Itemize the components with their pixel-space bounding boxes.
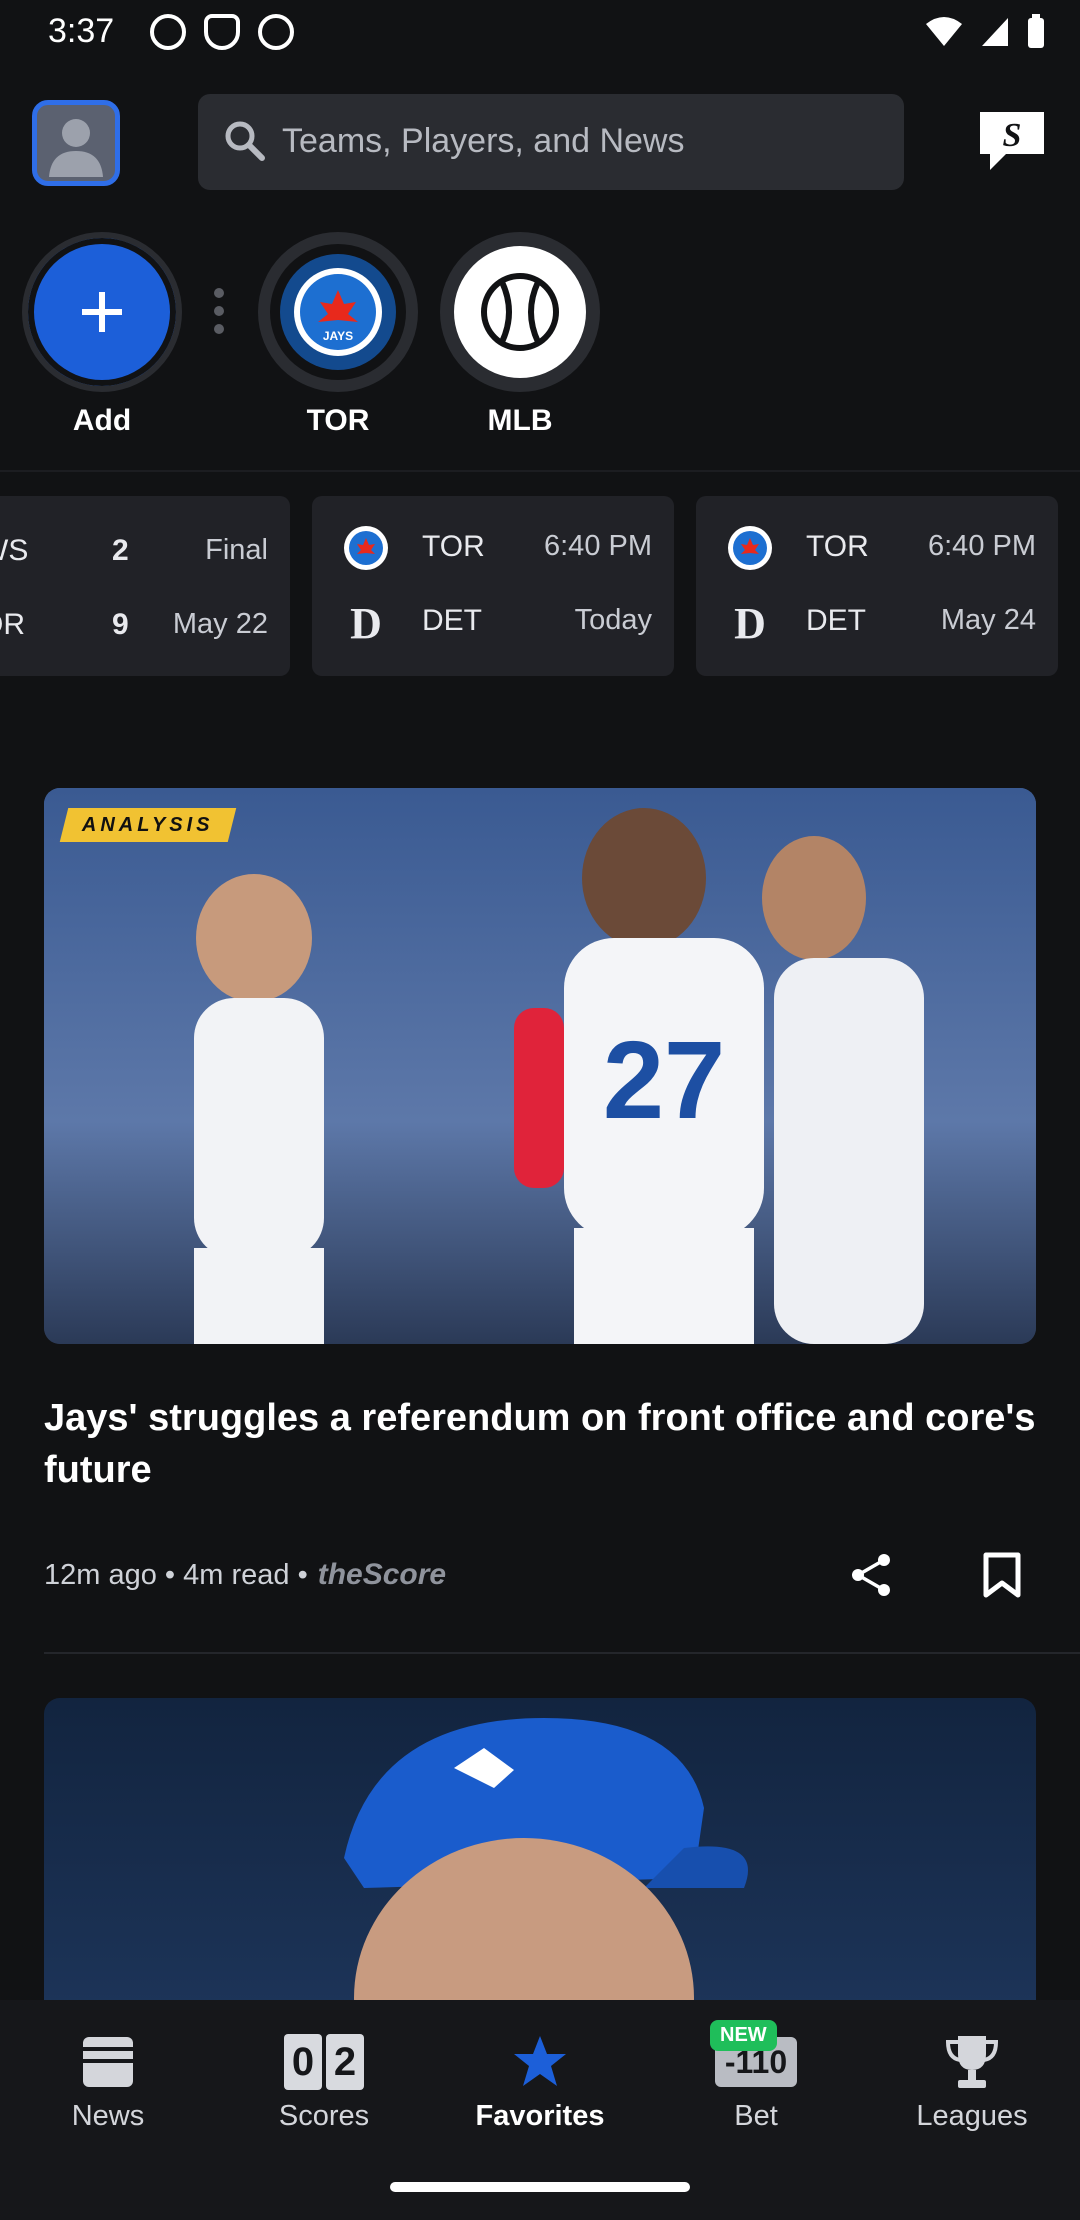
more-dots-icon: [212, 288, 226, 342]
mlb-circle: [440, 232, 600, 392]
trophy-icon: [945, 2036, 999, 2088]
article-image[interactable]: 27 ANALYSIS: [44, 788, 1036, 1344]
game-status: Final: [205, 534, 268, 566]
status-time: 3:37: [48, 12, 115, 50]
player-photo: [344, 1718, 748, 2028]
status-bar: 3:37: [0, 0, 1080, 64]
search-icon: [225, 121, 265, 161]
nav-news[interactable]: News: [0, 2032, 216, 2133]
system-icons: [924, 14, 1046, 50]
search-placeholder: Teams, Players, and News: [282, 122, 685, 160]
nav-bet-label: Bet: [734, 2100, 778, 2132]
notification-icons: [150, 14, 294, 50]
plus-icon: [82, 292, 122, 332]
star-icon: [514, 2036, 566, 2086]
svg-text:JAYS: JAYS: [323, 329, 353, 343]
divider: [44, 1652, 1080, 1654]
favorite-tor-label: TOR: [306, 404, 370, 437]
nav-news-label: News: [71, 2100, 145, 2132]
sync-icon: [150, 14, 186, 50]
analysis-badge-label: ANALYSIS: [82, 813, 214, 836]
divider: [0, 470, 1080, 472]
article-image[interactable]: [44, 1698, 1036, 2028]
chat-icon[interactable]: S: [976, 110, 1048, 172]
svg-text:D: D: [350, 599, 382, 646]
game-date: May 24: [940, 604, 1036, 636]
article-headline[interactable]: Jays' struggles a referendum on front of…: [44, 1392, 1036, 1496]
blue-jays-logo-icon: JAYS: [270, 244, 406, 380]
home-team: OR: [0, 608, 25, 641]
game-card-today[interactable]: D TOR DET 6:40 PM Today: [312, 496, 674, 676]
game-time: 6:40 PM: [544, 530, 652, 562]
battery-icon: [1028, 14, 1044, 48]
players-photo: 27: [44, 788, 1036, 1344]
profile-button[interactable]: [32, 100, 120, 186]
away-team: WS: [0, 534, 29, 567]
away-team: TOR: [806, 530, 869, 563]
favorite-add-label: Add: [72, 404, 132, 437]
tor-circle: JAYS: [258, 232, 418, 392]
home-team: DET: [806, 604, 866, 637]
favorite-tor[interactable]: JAYS TOR: [258, 232, 418, 438]
blue-jays-logo-icon: [344, 526, 388, 570]
analysis-badge: ANALYSIS: [59, 808, 236, 842]
nav-leagues-label: Leagues: [916, 2100, 1028, 2132]
bookmark-icon[interactable]: [982, 1552, 1022, 1598]
game-card-final[interactable]: WS 2 OR 9 Final May 22: [0, 496, 290, 676]
game-date: May 22: [172, 608, 268, 640]
score-digit: 2: [326, 2034, 364, 2090]
nav-scores-label: Scores: [278, 2100, 370, 2132]
baseball-icon: [454, 246, 586, 378]
game-card-upcoming[interactable]: D TOR DET 6:40 PM May 24: [696, 496, 1058, 676]
news-icon: [83, 2037, 133, 2087]
vpn-shield-icon: [204, 14, 240, 50]
source-brand: theScore: [317, 1558, 447, 1591]
signal-icon: [982, 18, 1008, 46]
game-date: Today: [574, 604, 652, 636]
article-meta: 12m ago • 4m read • theScore: [44, 1558, 446, 1592]
svg-text:D: D: [734, 599, 766, 646]
nav-scores[interactable]: 0 2 Scores: [216, 2032, 432, 2133]
avatar-icon: [49, 119, 103, 177]
cat-icon: [258, 14, 294, 50]
add-circle: [22, 232, 182, 392]
favorite-add[interactable]: Add: [22, 232, 182, 438]
nav-favorites[interactable]: Favorites: [432, 2032, 648, 2133]
new-badge: NEW: [710, 2020, 777, 2051]
favorite-mlb-label: MLB: [487, 404, 553, 437]
wifi-icon: [926, 17, 962, 46]
nav-leagues[interactable]: Leagues: [864, 2032, 1080, 2133]
game-time: 6:40 PM: [928, 530, 1036, 562]
svg-text:S: S: [1003, 117, 1022, 154]
article-meta-text: 12m ago • 4m read •: [44, 1558, 308, 1591]
tigers-logo-icon: D: [734, 599, 766, 646]
nav-favorites-label: Favorites: [475, 2100, 605, 2132]
tigers-logo-icon: D: [350, 599, 382, 646]
favorite-mlb[interactable]: MLB: [440, 232, 600, 438]
search-input[interactable]: Teams, Players, and News: [198, 94, 904, 190]
home-score: 9: [112, 608, 129, 641]
blue-jays-logo-icon: [728, 526, 772, 570]
away-team: TOR: [422, 530, 485, 563]
score-digit: 0: [284, 2034, 322, 2090]
svg-text:27: 27: [603, 1019, 725, 1142]
home-indicator[interactable]: [390, 2182, 690, 2192]
scores-icon: 0 2: [284, 2034, 364, 2090]
away-score: 2: [112, 534, 129, 567]
share-icon[interactable]: [848, 1552, 894, 1598]
home-team: DET: [422, 604, 482, 637]
